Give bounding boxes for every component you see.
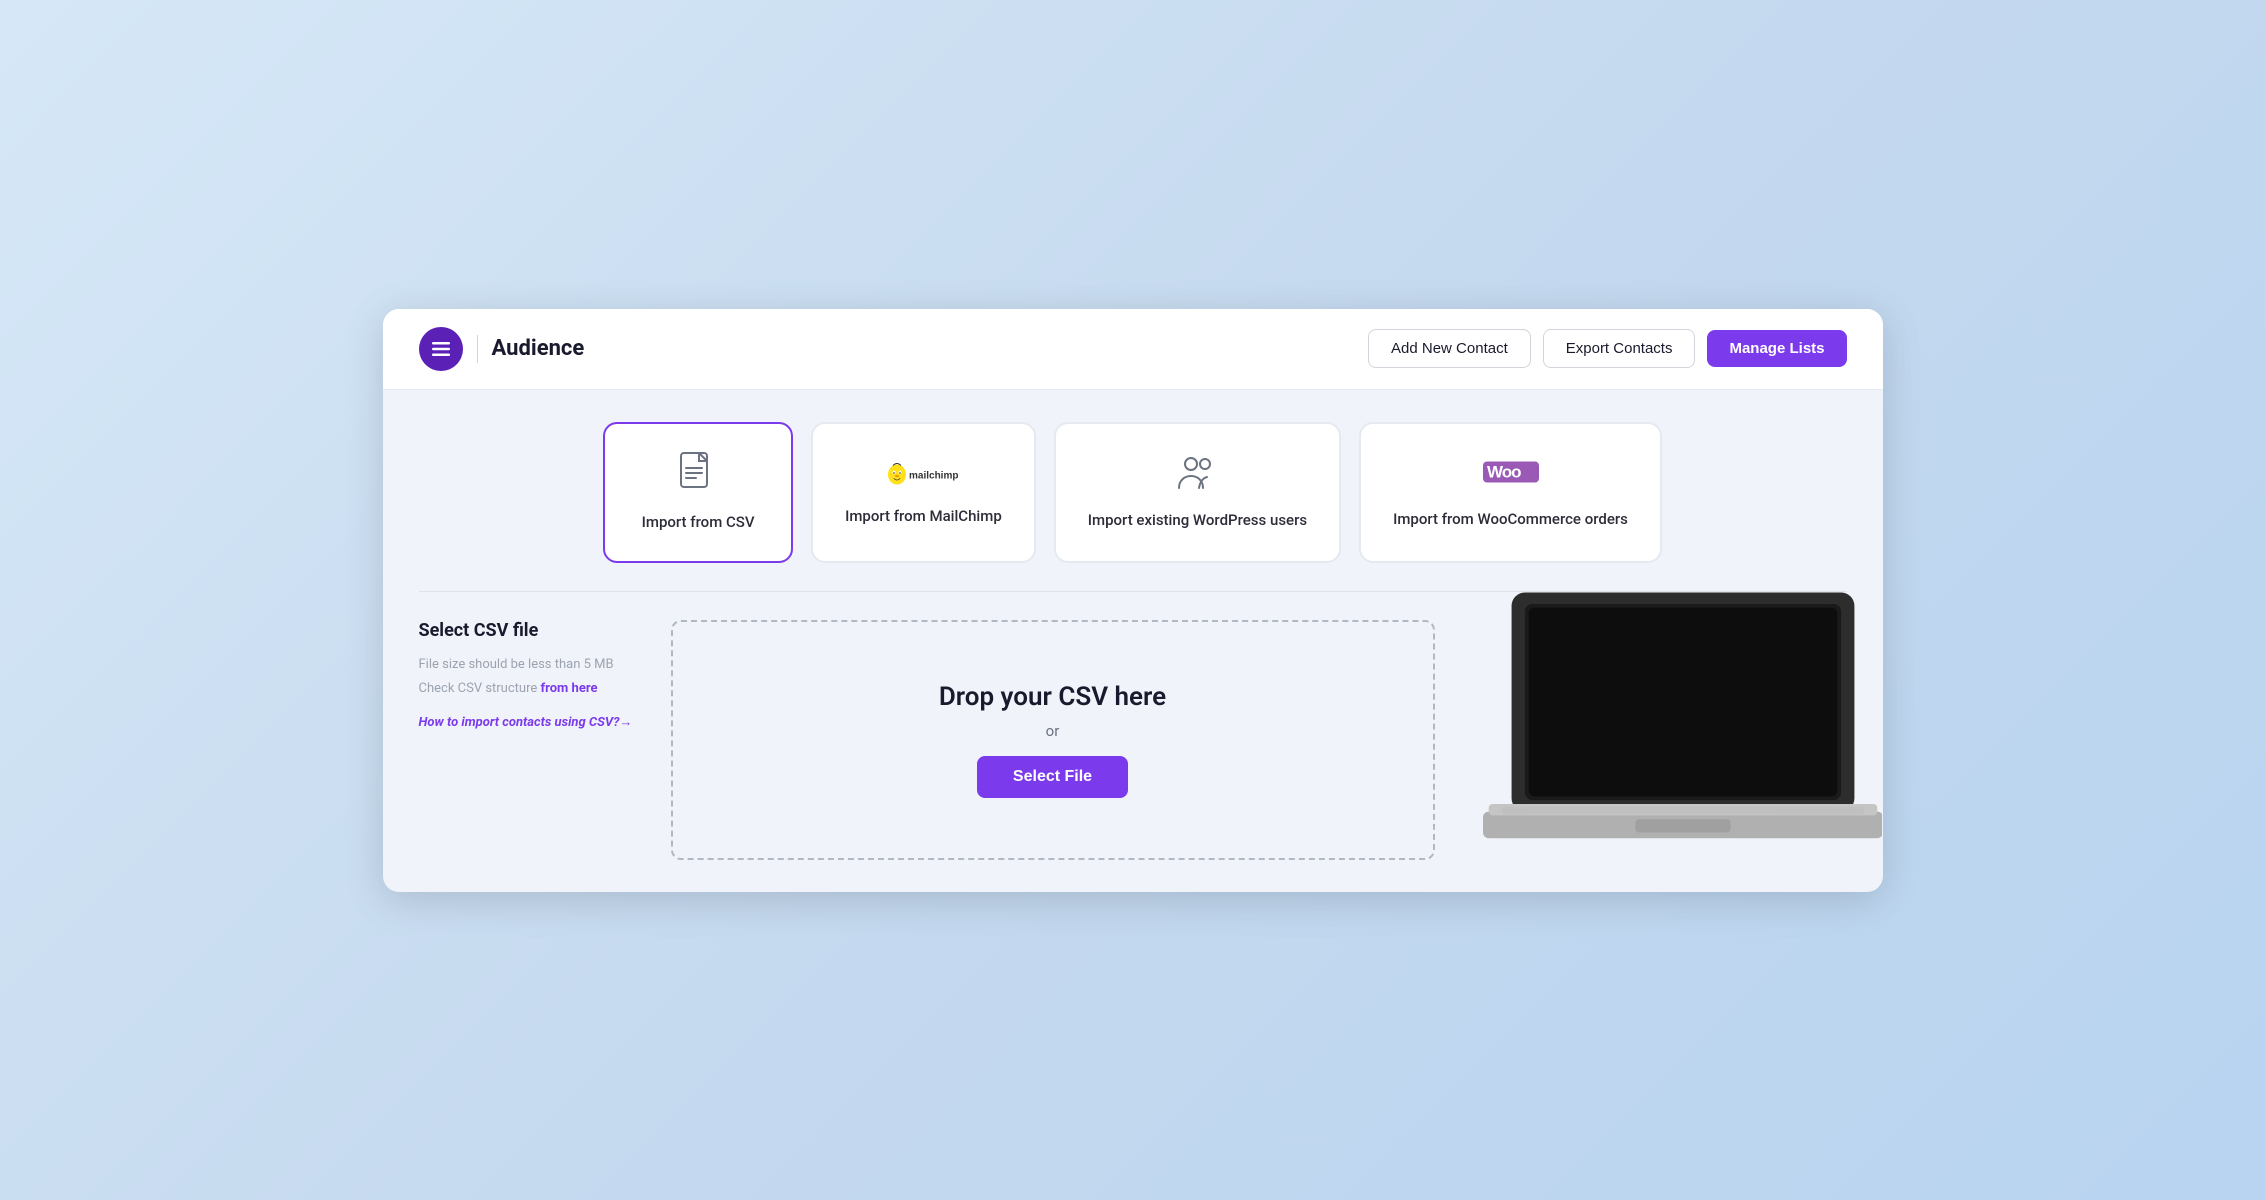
svg-text:Woo: Woo [1487, 463, 1521, 482]
svg-text:mailchimp: mailchimp [909, 470, 958, 481]
logo-icon [419, 327, 463, 371]
select-file-button[interactable]: Select File [977, 756, 1128, 798]
import-mailchimp-label: Import from MailChimp [845, 506, 1002, 527]
import-csv-card[interactable]: Import from CSV [603, 422, 793, 563]
check-structure-text: Check CSV structure from here [419, 679, 639, 700]
csv-file-icon [680, 452, 716, 500]
woocommerce-icon: Woo [1481, 454, 1541, 497]
file-size-note: File size should be less than 5 MB [419, 655, 639, 676]
import-woocommerce-card[interactable]: Woo Import from WooCommerce orders [1359, 422, 1662, 563]
import-cards: Import from CSV [419, 422, 1847, 563]
csv-info: Select CSV file File size should be less… [419, 620, 639, 731]
import-csv-label: Import from CSV [642, 512, 755, 533]
manage-lists-button[interactable]: Manage Lists [1707, 330, 1846, 367]
from-here-link[interactable]: from here [541, 681, 598, 696]
header: Audience Add New Contact Export Contacts… [383, 309, 1883, 390]
how-to-import-link[interactable]: How to import contacts using CSV?→ [419, 714, 633, 730]
drop-zone-or: or [1046, 722, 1060, 740]
import-wordpress-label: Import existing WordPress users [1088, 510, 1307, 531]
how-to-import: How to import contacts using CSV?→ [419, 714, 639, 730]
import-mailchimp-card[interactable]: mailchimp Import from MailChimp [811, 422, 1036, 563]
export-contacts-button[interactable]: Export Contacts [1543, 329, 1696, 368]
laptop-illustration [1467, 620, 1847, 860]
header-actions: Add New Contact Export Contacts Manage L… [1368, 329, 1846, 368]
import-wordpress-card[interactable]: Import existing WordPress users [1054, 422, 1341, 563]
add-new-contact-button[interactable]: Add New Contact [1368, 329, 1531, 368]
laptop-image [1483, 583, 1883, 892]
main-content: Import from CSV [383, 390, 1883, 892]
bottom-section: Select CSV file File size should be less… [419, 620, 1847, 860]
wordpress-users-icon [1177, 454, 1217, 498]
header-left: Audience [419, 327, 585, 371]
drop-zone[interactable]: Drop your CSV here or Select File [671, 620, 1435, 860]
app-container: Audience Add New Contact Export Contacts… [383, 309, 1883, 892]
header-divider [477, 335, 478, 363]
drop-zone-text: Drop your CSV here [939, 682, 1166, 712]
import-woocommerce-label: Import from WooCommerce orders [1393, 509, 1628, 530]
page-title: Audience [492, 336, 585, 361]
mailchimp-icon: mailchimp [883, 458, 963, 494]
csv-info-title: Select CSV file [419, 620, 639, 641]
